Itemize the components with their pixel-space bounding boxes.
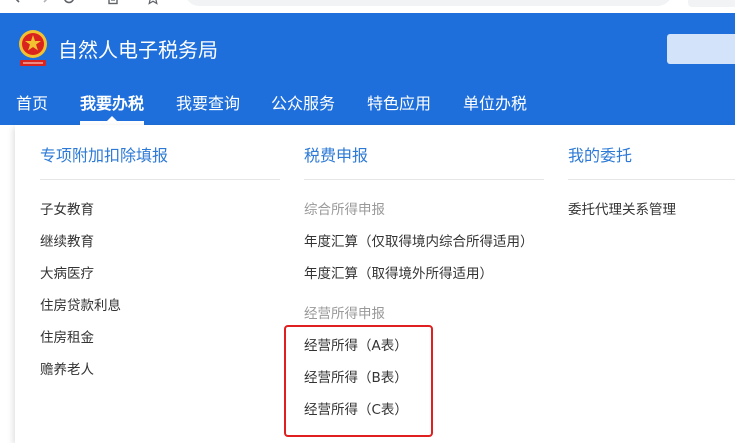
site-title: 自然人电子税务局 [58,38,218,62]
menu-item-child-education[interactable]: 子女教育 [40,200,94,220]
dropdown-menu-panel: 专项附加扣除填报 子女教育 继续教育 大病医疗 住房贷款利息 住房租金 赡养老人… [15,125,735,443]
nav-item-public-service[interactable]: 公众服务 [271,94,335,114]
menu-item-continuing-education[interactable]: 继续教育 [40,232,94,252]
menu-divider [40,179,280,180]
search-input[interactable] [667,34,735,64]
browser-toolbar-button[interactable] [688,0,735,7]
nav-item-home[interactable]: 首页 [16,94,48,114]
menu-group-business-income: 经营所得申报 [304,306,385,322]
bookmark-star-icon[interactable] [146,0,160,5]
reload-icon[interactable] [62,0,76,5]
menu-item-elderly-support[interactable]: 赡养老人 [40,360,94,380]
national-emblem-icon [19,30,47,66]
menu-divider [568,179,735,180]
menu-item-annual-settlement-overseas[interactable]: 年度汇算（取得境外所得适用） [304,264,493,284]
highlight-annotation-box [284,325,433,437]
menu-item-mortgage-interest[interactable]: 住房贷款利息 [40,296,121,316]
back-arrow-icon[interactable] [13,0,27,5]
forward-arrow-icon[interactable] [36,0,50,5]
menu-heading-special-deductions: 专项附加扣除填报 [40,146,169,165]
menu-divider [304,179,544,180]
menu-item-serious-illness[interactable]: 大病医疗 [40,264,94,284]
menu-heading-tax-filing: 税费申报 [304,146,369,165]
site-header: 自然人电子税务局 首页 我要办税 我要查询 公众服务 特色应用 单位办税 [0,13,735,125]
menu-item-annual-settlement-domestic[interactable]: 年度汇算（仅取得境内综合所得适用） [304,232,534,252]
nav-item-query[interactable]: 我要查询 [176,94,240,114]
page-info-icon[interactable] [106,0,120,5]
menu-heading-my-delegation: 我的委托 [568,146,633,165]
menu-item-housing-rent[interactable]: 住房租金 [40,328,94,348]
menu-group-comprehensive-income: 综合所得申报 [304,202,385,218]
nav-item-unit-tax[interactable]: 单位办税 [463,94,527,114]
menu-item-agency-relationship[interactable]: 委托代理关系管理 [568,200,676,220]
nav-item-tax-handling[interactable]: 我要办税 [80,94,144,114]
nav-item-featured-apps[interactable]: 特色应用 [367,94,431,114]
browser-toolbar [0,0,735,13]
address-bar[interactable] [185,0,672,6]
